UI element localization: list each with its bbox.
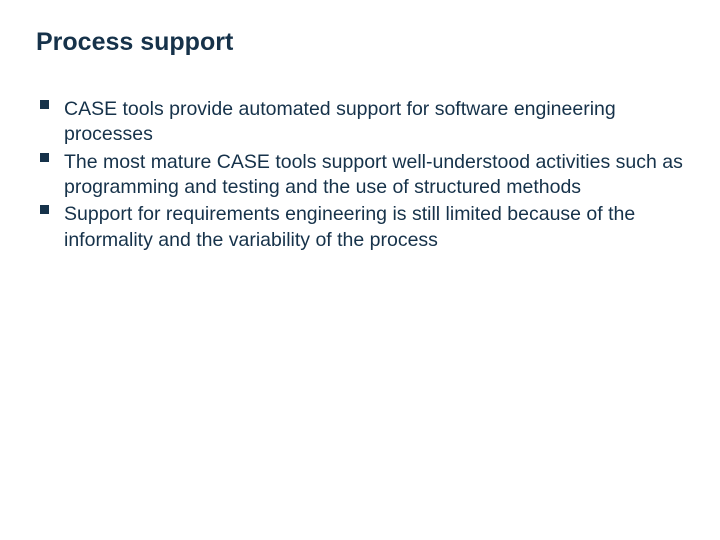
list-item: CASE tools provide automated support for… <box>36 97 684 148</box>
slide: Process support CASE tools provide autom… <box>0 0 720 540</box>
list-item-text: CASE tools provide automated support for… <box>64 97 684 148</box>
square-bullet-icon <box>40 205 49 214</box>
list-item: Support for requirements engineering is … <box>36 202 684 253</box>
bullet-list: CASE tools provide automated support for… <box>36 97 684 253</box>
list-item: The most mature CASE tools support well-… <box>36 150 684 201</box>
list-item-text: The most mature CASE tools support well-… <box>64 150 684 201</box>
list-item-text: Support for requirements engineering is … <box>64 202 684 253</box>
slide-title: Process support <box>36 28 684 57</box>
square-bullet-icon <box>40 153 49 162</box>
square-bullet-icon <box>40 100 49 109</box>
